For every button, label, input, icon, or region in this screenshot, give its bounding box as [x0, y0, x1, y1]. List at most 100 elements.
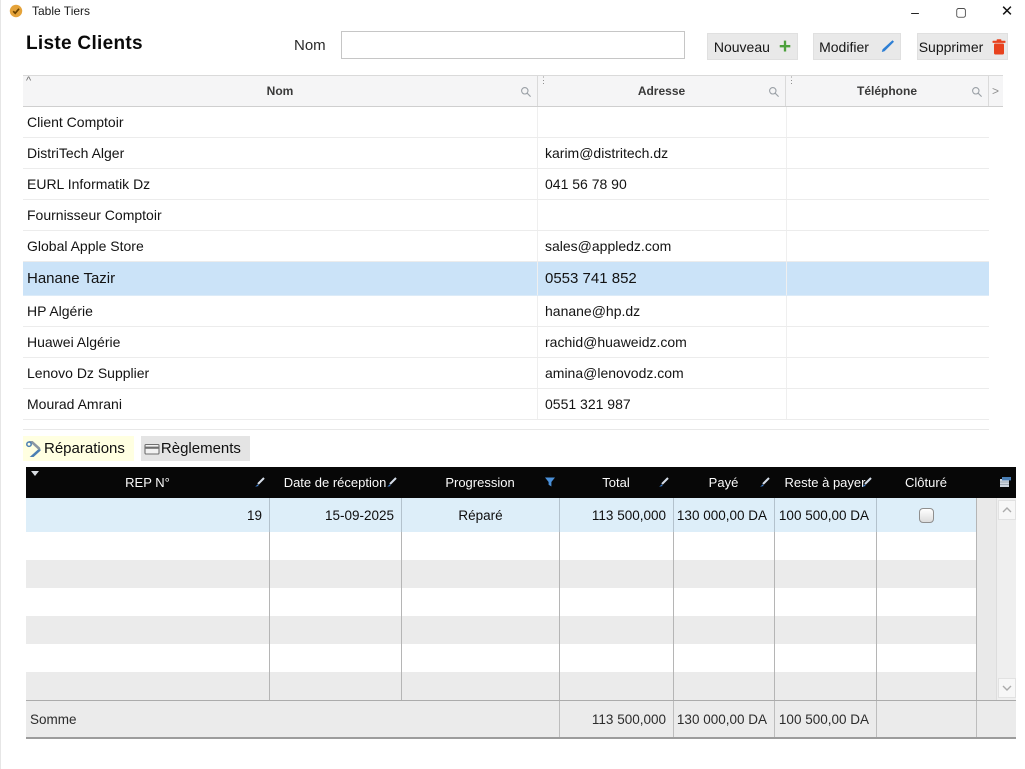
- column-header-adresse[interactable]: ⋮ Adresse: [538, 76, 786, 106]
- table-row[interactable]: DistriTech Alger karim@distritech.dz: [23, 138, 989, 169]
- cell-telephone[interactable]: [787, 169, 989, 199]
- cell-total[interactable]: 113 500,000: [559, 498, 673, 532]
- search-input[interactable]: [341, 31, 685, 59]
- edit-filter-icon[interactable]: [253, 476, 266, 489]
- cell-telephone[interactable]: [787, 296, 989, 326]
- table-row[interactable]: Huawei Algérie rachid@huaweidz.com: [23, 327, 989, 358]
- repair-row-selected[interactable]: 19 15-09-2025 Réparé 113 500,000 130 000…: [26, 498, 996, 532]
- cell-nom[interactable]: Mourad Amrani: [23, 389, 538, 419]
- table-row[interactable]: Mourad Amrani 0551 321 987: [23, 389, 989, 420]
- cell-telephone[interactable]: [787, 200, 989, 230]
- partial-row: [23, 420, 989, 430]
- column-header-nom[interactable]: ^ Nom: [23, 76, 538, 106]
- tab-reparations[interactable]: Réparations: [23, 436, 134, 461]
- tools-icon: [26, 441, 43, 457]
- cell-telephone[interactable]: [787, 138, 989, 168]
- cell-nom[interactable]: HP Algérie: [23, 296, 538, 326]
- edit-filter-icon[interactable]: [860, 476, 873, 489]
- tab-reglements[interactable]: Règlements: [141, 436, 250, 461]
- table-row-selected[interactable]: Hanane Tazir 0553 741 852: [23, 262, 989, 296]
- summary-row: Somme 113 500,000 130 000,00 DA 100 500,…: [26, 700, 1016, 739]
- search-icon[interactable]: [520, 86, 532, 98]
- table-row[interactable]: Lenovo Dz Supplier amina@lenovodz.com: [23, 358, 989, 389]
- cell-date[interactable]: 15-09-2025: [269, 498, 401, 532]
- maximize-icon[interactable]: ▢: [943, 0, 979, 24]
- cell-reste[interactable]: 100 500,00 DA: [774, 498, 876, 532]
- cell-telephone[interactable]: [787, 358, 989, 388]
- column-header-progression[interactable]: Progression: [401, 467, 559, 498]
- table-row[interactable]: EURL Informatik Dz 041 56 78 90: [23, 169, 989, 200]
- edit-filter-icon[interactable]: [657, 476, 670, 489]
- edit-button[interactable]: Modifier: [813, 33, 901, 60]
- column-header-rep-no[interactable]: REP N°: [26, 467, 269, 498]
- trash-icon: [992, 39, 1006, 55]
- edit-filter-icon[interactable]: [385, 476, 398, 489]
- summary-label: Somme: [26, 701, 559, 737]
- search-icon[interactable]: [768, 86, 780, 98]
- scroll-down-icon[interactable]: [998, 678, 1016, 698]
- close-icon[interactable]: ✕: [989, 0, 1025, 24]
- column-header-date[interactable]: Date de réception: [269, 467, 401, 498]
- search-icon[interactable]: [971, 86, 983, 98]
- clients-table-header: ^ Nom ⋮ Adresse ⋮ Téléphone: [23, 75, 1003, 107]
- empty-row: [26, 560, 996, 588]
- page-title: Liste Clients: [26, 33, 143, 55]
- cell-nom[interactable]: Client Comptoir: [23, 107, 538, 137]
- scroll-up-icon[interactable]: [998, 500, 1016, 520]
- cell-adresse[interactable]: [538, 107, 787, 137]
- tab-label: Règlements: [161, 440, 241, 457]
- cell-paye[interactable]: 130 000,00 DA: [673, 498, 774, 532]
- summary-reste: 100 500,00 DA: [774, 701, 876, 737]
- cell-nom[interactable]: Huawei Algérie: [23, 327, 538, 357]
- cell-nom[interactable]: Fournisseur Comptoir: [23, 200, 538, 230]
- table-row[interactable]: HP Algérie hanane@hp.dz: [23, 296, 989, 327]
- new-button[interactable]: Nouveau +: [707, 33, 798, 60]
- cell-telephone[interactable]: [787, 262, 989, 295]
- cell-nom[interactable]: Global Apple Store: [23, 231, 538, 261]
- cell-adresse[interactable]: [538, 200, 787, 230]
- table-row[interactable]: Fournisseur Comptoir: [23, 200, 989, 231]
- column-header-paye[interactable]: Payé: [673, 467, 774, 498]
- cell-telephone[interactable]: [787, 107, 989, 137]
- column-label: Payé: [709, 475, 739, 490]
- cell-telephone[interactable]: [787, 327, 989, 357]
- column-header-total[interactable]: Total: [559, 467, 673, 498]
- cell-rep-no[interactable]: 19: [26, 498, 269, 532]
- column-header-cloture[interactable]: Clôturé: [876, 467, 976, 498]
- cell-telephone[interactable]: [787, 389, 989, 419]
- column-header-reste[interactable]: Reste à payer: [774, 467, 876, 498]
- table-row[interactable]: Client Comptoir: [23, 107, 989, 138]
- filter-funnel-icon[interactable]: [544, 476, 556, 488]
- minimize-icon[interactable]: –: [897, 0, 933, 24]
- column-handle-icon: ⋮: [787, 76, 796, 85]
- cell-adresse[interactable]: amina@lenovodz.com: [538, 358, 787, 388]
- delete-button-label: Supprimer: [919, 39, 984, 55]
- cell-nom[interactable]: EURL Informatik Dz: [23, 169, 538, 199]
- cell-adresse[interactable]: rachid@huaweidz.com: [538, 327, 787, 357]
- empty-row: [26, 616, 996, 644]
- cell-adresse[interactable]: hanane@hp.dz: [538, 296, 787, 326]
- cell-nom[interactable]: DistriTech Alger: [23, 138, 538, 168]
- more-columns-icon[interactable]: >: [989, 76, 1002, 106]
- cell-telephone[interactable]: [787, 231, 989, 261]
- column-header-telephone[interactable]: ⋮ Téléphone: [786, 76, 989, 106]
- clients-table: ^ Nom ⋮ Adresse ⋮ Téléphone: [23, 75, 1003, 430]
- cell-nom[interactable]: Lenovo Dz Supplier: [23, 358, 538, 388]
- column-chooser-icon[interactable]: [998, 475, 1012, 489]
- column-handle-icon: ⋮: [539, 76, 548, 85]
- edit-filter-icon[interactable]: [758, 476, 771, 489]
- summary-paye: 130 000,00 DA: [673, 701, 774, 737]
- header-filler: [976, 467, 1016, 498]
- table-row[interactable]: Global Apple Store sales@appledz.com: [23, 231, 989, 262]
- vertical-scrollbar[interactable]: [996, 498, 1016, 700]
- cell-adresse[interactable]: 0553 741 852: [538, 262, 787, 295]
- cell-adresse[interactable]: 041 56 78 90: [538, 169, 787, 199]
- cell-adresse[interactable]: karim@distritech.dz: [538, 138, 787, 168]
- cell-adresse[interactable]: sales@appledz.com: [538, 231, 787, 261]
- cell-progression[interactable]: Réparé: [401, 498, 559, 532]
- delete-button[interactable]: Supprimer: [917, 33, 1008, 60]
- cell-adresse[interactable]: 0551 321 987: [538, 389, 787, 419]
- repairs-table-header: REP N° Date de réception Progression: [26, 467, 1016, 498]
- cloture-checkbox[interactable]: [919, 508, 934, 523]
- cell-nom[interactable]: Hanane Tazir: [23, 262, 538, 295]
